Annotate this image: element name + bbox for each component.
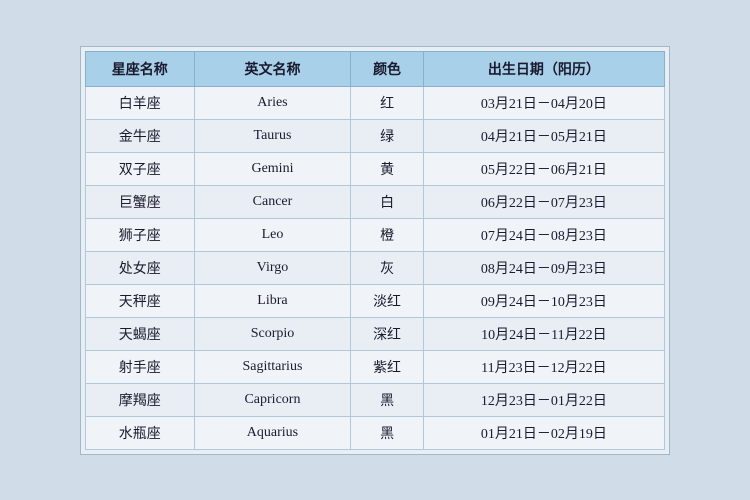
zodiac-table-container: 星座名称 英文名称 颜色 出生日期（阳历） 白羊座Aries红03月21日－04… xyxy=(80,46,670,455)
cell-chinese: 双子座 xyxy=(86,152,195,185)
cell-color: 红 xyxy=(351,86,423,119)
cell-chinese: 巨蟹座 xyxy=(86,185,195,218)
cell-color: 橙 xyxy=(351,218,423,251)
cell-date: 01月21日－02月19日 xyxy=(423,416,664,449)
table-row: 天蝎座Scorpio深红10月24日－11月22日 xyxy=(86,317,665,350)
cell-date: 12月23日－01月22日 xyxy=(423,383,664,416)
cell-color: 紫红 xyxy=(351,350,423,383)
cell-chinese: 天秤座 xyxy=(86,284,195,317)
cell-date: 06月22日－07月23日 xyxy=(423,185,664,218)
table-row: 水瓶座Aquarius黑01月21日－02月19日 xyxy=(86,416,665,449)
cell-english: Taurus xyxy=(194,119,351,152)
cell-color: 深红 xyxy=(351,317,423,350)
header-color: 颜色 xyxy=(351,51,423,86)
cell-color: 淡红 xyxy=(351,284,423,317)
cell-date: 07月24日－08月23日 xyxy=(423,218,664,251)
header-chinese: 星座名称 xyxy=(86,51,195,86)
cell-chinese: 天蝎座 xyxy=(86,317,195,350)
table-row: 白羊座Aries红03月21日－04月20日 xyxy=(86,86,665,119)
cell-color: 绿 xyxy=(351,119,423,152)
table-row: 摩羯座Capricorn黑12月23日－01月22日 xyxy=(86,383,665,416)
cell-english: Scorpio xyxy=(194,317,351,350)
cell-chinese: 处女座 xyxy=(86,251,195,284)
cell-date: 03月21日－04月20日 xyxy=(423,86,664,119)
table-row: 射手座Sagittarius紫红11月23日－12月22日 xyxy=(86,350,665,383)
cell-color: 黑 xyxy=(351,383,423,416)
cell-english: Capricorn xyxy=(194,383,351,416)
cell-date: 04月21日－05月21日 xyxy=(423,119,664,152)
zodiac-table: 星座名称 英文名称 颜色 出生日期（阳历） 白羊座Aries红03月21日－04… xyxy=(85,51,665,450)
cell-date: 05月22日－06月21日 xyxy=(423,152,664,185)
cell-chinese: 射手座 xyxy=(86,350,195,383)
cell-english: Libra xyxy=(194,284,351,317)
cell-english: Gemini xyxy=(194,152,351,185)
table-row: 天秤座Libra淡红09月24日－10月23日 xyxy=(86,284,665,317)
cell-color: 白 xyxy=(351,185,423,218)
cell-chinese: 狮子座 xyxy=(86,218,195,251)
table-row: 双子座Gemini黄05月22日－06月21日 xyxy=(86,152,665,185)
cell-english: Aries xyxy=(194,86,351,119)
cell-color: 黑 xyxy=(351,416,423,449)
cell-date: 08月24日－09月23日 xyxy=(423,251,664,284)
cell-chinese: 金牛座 xyxy=(86,119,195,152)
cell-english: Virgo xyxy=(194,251,351,284)
table-row: 巨蟹座Cancer白06月22日－07月23日 xyxy=(86,185,665,218)
header-english: 英文名称 xyxy=(194,51,351,86)
cell-date: 09月24日－10月23日 xyxy=(423,284,664,317)
cell-date: 11月23日－12月22日 xyxy=(423,350,664,383)
table-header-row: 星座名称 英文名称 颜色 出生日期（阳历） xyxy=(86,51,665,86)
table-row: 金牛座Taurus绿04月21日－05月21日 xyxy=(86,119,665,152)
cell-color: 灰 xyxy=(351,251,423,284)
cell-english: Leo xyxy=(194,218,351,251)
cell-chinese: 摩羯座 xyxy=(86,383,195,416)
cell-english: Aquarius xyxy=(194,416,351,449)
table-body: 白羊座Aries红03月21日－04月20日金牛座Taurus绿04月21日－0… xyxy=(86,86,665,449)
cell-english: Sagittarius xyxy=(194,350,351,383)
cell-chinese: 白羊座 xyxy=(86,86,195,119)
header-date: 出生日期（阳历） xyxy=(423,51,664,86)
table-row: 处女座Virgo灰08月24日－09月23日 xyxy=(86,251,665,284)
cell-english: Cancer xyxy=(194,185,351,218)
table-row: 狮子座Leo橙07月24日－08月23日 xyxy=(86,218,665,251)
cell-color: 黄 xyxy=(351,152,423,185)
cell-date: 10月24日－11月22日 xyxy=(423,317,664,350)
cell-chinese: 水瓶座 xyxy=(86,416,195,449)
